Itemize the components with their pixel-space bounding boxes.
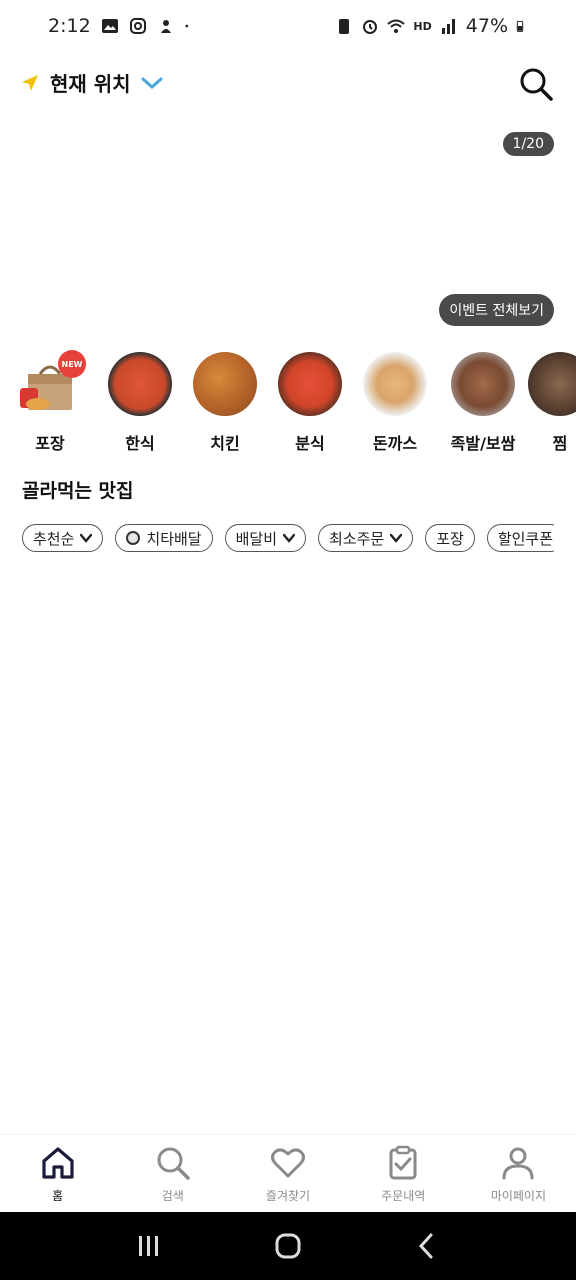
status-right: HD 47% [335, 15, 528, 37]
category-image [528, 352, 576, 416]
category-label: 분식 [295, 434, 325, 453]
chevron-down-icon [80, 533, 93, 543]
filter-label: 할인쿠폰 [497, 529, 554, 548]
category-label: 한식 [125, 434, 155, 453]
home-icon [41, 1147, 74, 1179]
filter-label: 추천순 [33, 529, 75, 548]
nav-label: 마이페이지 [490, 1189, 547, 1203]
event-banner[interactable]: 1/20 이벤트 전체보기 [0, 118, 576, 330]
category-label: 치킨 [210, 434, 240, 453]
filter-label: 최소주문 [329, 529, 385, 548]
category-list: NEW 포장 한식 치킨 분식 돈까스 족발/보쌈 찜 [0, 350, 576, 460]
nav-label: 홈 [52, 1189, 64, 1203]
category-label: 돈까스 [372, 434, 418, 453]
nav-mypage[interactable]: 마이페이지 [461, 1135, 576, 1212]
event-all-button[interactable]: 이벤트 전체보기 [439, 294, 554, 326]
status-bar: 2:12 HD 47% [0, 0, 576, 52]
category-image [278, 352, 342, 416]
filter-label: 배달비 [235, 529, 278, 548]
filter-label: 치타배달 [146, 529, 202, 548]
signal-icon [441, 19, 455, 34]
heart-icon [271, 1148, 305, 1178]
nav-favorites[interactable]: 즐겨찾기 [230, 1135, 345, 1212]
bottom-nav: 홈 검색 즐겨찾기 주문내역 마이페이지 [0, 1134, 576, 1212]
system-nav-bar [0, 1212, 576, 1280]
dot-icon [185, 24, 188, 28]
battery-percent: 47% [465, 15, 508, 37]
filter-discount[interactable]: 할인쿠폰 [486, 524, 554, 552]
chevron-down-icon [390, 533, 403, 543]
filter-bar: 추천순 치타배달 배달비 최소주문 포장 할인쿠폰 [22, 524, 554, 554]
header-search-icon[interactable] [516, 64, 556, 104]
nav-orders[interactable]: 주문내역 [346, 1135, 461, 1212]
cheetah-icon [126, 531, 141, 545]
category-item-pickup[interactable]: NEW 포장 [10, 350, 90, 454]
nav-search[interactable]: 검색 [115, 1135, 230, 1212]
search-icon [157, 1147, 190, 1180]
location-arrow-icon [22, 74, 38, 91]
recent-apps-icon[interactable] [135, 1232, 163, 1260]
gallery-icon [101, 19, 118, 33]
location-label: 현재 위치 [50, 72, 131, 96]
banner-page-counter: 1/20 [502, 132, 554, 156]
category-image: NEW [18, 350, 86, 416]
location-selector[interactable]: 현재 위치 [20, 68, 163, 97]
section-title: 골라먹는 맛집 [22, 480, 134, 502]
nav-label: 즐겨찾기 [265, 1189, 311, 1203]
back-icon[interactable] [413, 1232, 441, 1260]
home-button-icon[interactable] [274, 1232, 302, 1260]
status-left: 2:12 [48, 15, 193, 37]
category-label: 찜 [552, 434, 568, 453]
wifi-icon [387, 19, 406, 33]
nav-label: 검색 [161, 1189, 184, 1203]
category-item-jjim[interactable]: 찜 [520, 350, 576, 454]
filter-cheetah-delivery[interactable]: 치타배달 [115, 524, 213, 552]
battery-icon [516, 20, 524, 32]
instagram-icon [129, 18, 146, 34]
nav-label: 주문내역 [381, 1189, 426, 1203]
chevron-down-icon [283, 533, 296, 543]
category-label: 포장 [35, 434, 65, 453]
battery-saver-icon [339, 19, 350, 34]
status-time: 2:12 [48, 15, 91, 37]
filter-label: 포장 [436, 529, 464, 548]
category-image [193, 352, 257, 416]
new-badge: NEW [58, 350, 86, 378]
category-image [451, 352, 515, 416]
category-item-jokbal[interactable]: 족발/보쌈 [443, 350, 523, 454]
alarm-icon [363, 20, 378, 34]
category-item-chicken[interactable]: 치킨 [185, 350, 265, 454]
filter-delivery-fee[interactable]: 배달비 [224, 524, 307, 552]
app-notification-icon [160, 20, 171, 33]
clipboard-check-icon [389, 1145, 417, 1180]
category-item-pork-cutlet[interactable]: 돈까스 [355, 350, 435, 454]
category-item-snack[interactable]: 분식 [270, 350, 350, 454]
chevron-down-icon [141, 77, 163, 89]
hd-voice-label: HD [413, 19, 432, 33]
nav-home[interactable]: 홈 [0, 1135, 115, 1212]
category-label: 족발/보쌈 [450, 434, 516, 453]
filter-sort[interactable]: 추천순 [22, 524, 104, 552]
app-header: 현재 위치 [0, 56, 576, 110]
category-image [108, 352, 172, 416]
filter-pickup[interactable]: 포장 [425, 524, 475, 552]
filter-min-order[interactable]: 최소주문 [318, 524, 414, 552]
person-icon [502, 1147, 534, 1180]
category-item-korean[interactable]: 한식 [100, 350, 180, 454]
category-image [363, 352, 427, 416]
